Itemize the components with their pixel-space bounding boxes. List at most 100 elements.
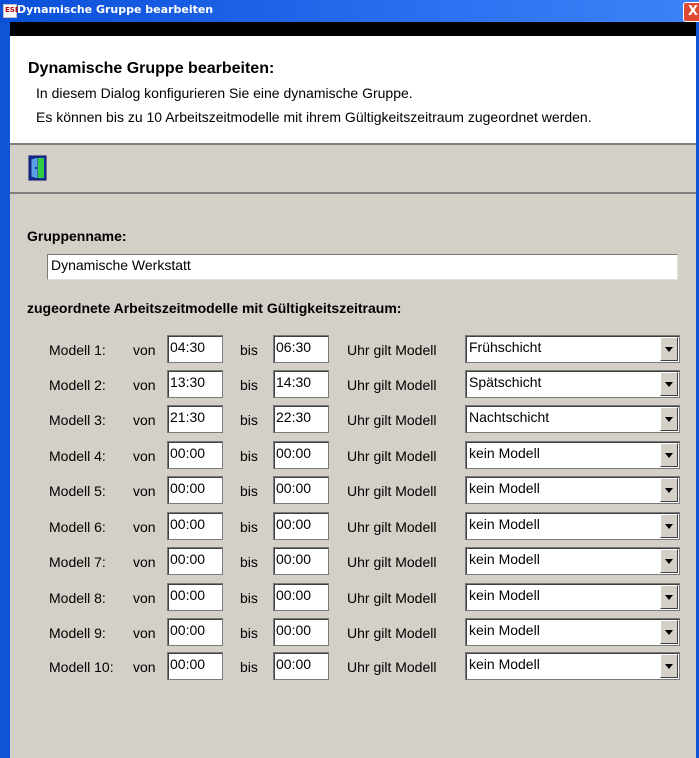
dropdown-arrow-icon[interactable] [660,514,678,538]
to-label: bis [240,625,258,641]
model-label: Modell 8: [49,590,106,606]
close-button[interactable]: X [683,2,699,22]
model-label: Modell 4: [49,448,106,464]
model-label: Modell 3: [49,412,106,428]
model-suffix-label: Uhr gilt Modell [347,342,437,358]
model-suffix-label: Uhr gilt Modell [347,483,437,499]
model-select[interactable]: Frühschicht [465,335,680,363]
from-label: von [133,590,156,606]
to-time-input[interactable]: 00:00 [273,547,329,575]
to-label: bis [240,342,258,358]
from-time-input[interactable]: 00:00 [167,476,223,504]
from-label: von [133,377,156,393]
to-time-input[interactable]: 14:30 [273,370,329,398]
header-description-2: Es können bis zu 10 Arbeitszeitmodelle m… [36,109,592,125]
model-suffix-label: Uhr gilt Modell [347,412,437,428]
model-suffix-label: Uhr gilt Modell [347,590,437,606]
model-row: Modell 8: von 00:00 bis 00:00 Uhr gilt Modell… [0,583,699,613]
model-label: Modell 2: [49,377,106,393]
group-name-label: Gruppenname: [27,228,127,244]
model-select[interactable]: kein Modell [465,547,680,575]
to-time-input[interactable]: 00:00 [273,476,329,504]
model-row: Modell 3: von 21:30 bis 22:30 Uhr gilt Modell… [0,405,699,435]
model-label: Modell 9: [49,625,106,641]
model-row: Modell 2: von 13:30 bis 14:30 Uhr gilt Modell… [0,370,699,400]
from-time-input[interactable]: 00:00 [167,618,223,646]
model-select-value: kein Modell [469,622,540,638]
model-row: Modell 10: von 00:00 bis 00:00 Uhr gilt Model… [0,652,699,682]
model-suffix-label: Uhr gilt Modell [347,377,437,393]
model-select[interactable]: kein Modell [465,583,680,611]
from-time-input[interactable]: 00:00 [167,441,223,469]
model-suffix-label: Uhr gilt Modell [347,554,437,570]
to-label: bis [240,412,258,428]
dropdown-arrow-icon[interactable] [660,549,678,573]
dropdown-arrow-icon[interactable] [660,478,678,502]
dropdown-arrow-icon[interactable] [660,585,678,609]
model-suffix-label: Uhr gilt Modell [347,625,437,641]
to-label: bis [240,554,258,570]
from-time-input[interactable]: 04:30 [167,335,223,363]
model-row: Modell 5: von 00:00 bis 00:00 Uhr gilt Modell… [0,476,699,506]
model-label: Modell 1: [49,342,106,358]
model-row: Modell 4: von 00:00 bis 00:00 Uhr gilt Modell… [0,441,699,471]
group-name-input[interactable]: Dynamische Werkstatt [47,254,678,280]
model-label: Modell 5: [49,483,106,499]
to-time-input[interactable]: 22:30 [273,405,329,433]
to-label: bis [240,590,258,606]
models-section-label: zugeordnete Arbeitszeitmodelle mit Gülti… [27,300,402,316]
dropdown-arrow-icon[interactable] [660,443,678,467]
door-exit-icon[interactable] [26,155,50,181]
model-select[interactable]: kein Modell [465,476,680,504]
to-time-input[interactable]: 06:30 [273,335,329,363]
model-select[interactable]: Spätschicht [465,370,680,398]
model-label: Modell 7: [49,554,106,570]
model-row: Modell 9: von 00:00 bis 00:00 Uhr gilt Modell… [0,618,699,648]
model-select[interactable]: kein Modell [465,618,680,646]
to-label: bis [240,659,258,675]
dropdown-arrow-icon[interactable] [660,337,678,361]
from-time-input[interactable]: 13:30 [167,370,223,398]
model-select-value: kein Modell [469,480,540,496]
model-select[interactable]: kein Modell [465,441,680,469]
to-time-input[interactable]: 00:00 [273,441,329,469]
to-time-input[interactable]: 00:00 [273,618,329,646]
model-suffix-label: Uhr gilt Modell [347,659,437,675]
from-label: von [133,554,156,570]
model-row: Modell 7: von 00:00 bis 00:00 Uhr gilt Modell… [0,547,699,577]
from-label: von [133,625,156,641]
model-select[interactable]: kein Modell [465,512,680,540]
to-label: bis [240,377,258,393]
to-label: bis [240,519,258,535]
to-label: bis [240,448,258,464]
from-time-input[interactable]: 00:00 [167,547,223,575]
dropdown-arrow-icon[interactable] [660,654,678,678]
dropdown-arrow-icon[interactable] [660,372,678,396]
header-strip [10,22,696,36]
to-time-input[interactable]: 00:00 [273,652,329,680]
toolbar [10,145,696,194]
model-label: Modell 6: [49,519,106,535]
from-time-input[interactable]: 00:00 [167,583,223,611]
model-select[interactable]: Nachtschicht [465,405,680,433]
model-select-value: kein Modell [469,587,540,603]
dropdown-arrow-icon[interactable] [660,407,678,431]
model-select-value: Nachtschicht [469,409,550,425]
model-label: Modell 10: [49,659,114,675]
header-description-1: In diesem Dialog konfigurieren Sie eine … [36,85,413,101]
model-select-value: kein Modell [469,445,540,461]
model-select-value: kein Modell [469,656,540,672]
to-time-input[interactable]: 00:00 [273,583,329,611]
header-title: Dynamische Gruppe bearbeiten: [28,60,275,77]
from-label: von [133,448,156,464]
model-select-value: kein Modell [469,551,540,567]
model-suffix-label: Uhr gilt Modell [347,448,437,464]
dropdown-arrow-icon[interactable] [660,620,678,644]
from-time-input[interactable]: 00:00 [167,512,223,540]
title-bar[interactable]: ESB Dynamische Gruppe bearbeiten X [0,0,699,23]
from-time-input[interactable]: 21:30 [167,405,223,433]
to-time-input[interactable]: 00:00 [273,512,329,540]
model-row: Modell 6: von 00:00 bis 00:00 Uhr gilt Modell… [0,512,699,542]
from-time-input[interactable]: 00:00 [167,652,223,680]
model-select[interactable]: kein Modell [465,652,680,680]
